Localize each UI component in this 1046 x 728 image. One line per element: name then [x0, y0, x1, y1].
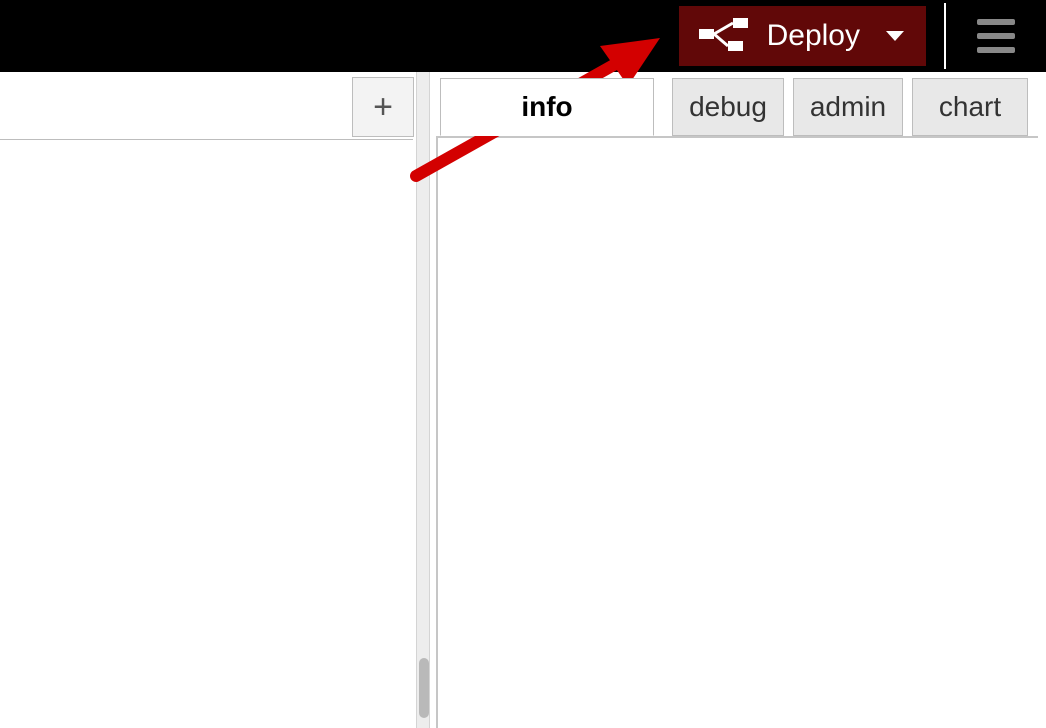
sidebar-panel — [436, 136, 1038, 728]
tab-chart-label: chart — [939, 91, 1001, 123]
scrollbar-thumb[interactable] — [419, 658, 429, 718]
tab-info[interactable]: info — [440, 78, 654, 136]
tab-debug-label: debug — [689, 91, 767, 123]
tab-admin[interactable]: admin — [793, 78, 903, 136]
header-bar: Deploy — [0, 0, 1046, 72]
deploy-label: Deploy — [767, 19, 860, 53]
deploy-icon — [699, 18, 749, 54]
add-tab-button[interactable]: + — [352, 77, 414, 137]
tab-chart[interactable]: chart — [912, 78, 1028, 136]
tab-admin-label: admin — [810, 91, 886, 123]
editor-scrollbar[interactable] — [416, 72, 430, 728]
tab-info-label: info — [521, 91, 572, 123]
menu-button[interactable] — [946, 0, 1046, 72]
hamburger-icon — [977, 19, 1015, 53]
deploy-button[interactable]: Deploy — [679, 6, 926, 66]
plus-icon: + — [373, 88, 393, 127]
chevron-down-icon[interactable] — [886, 31, 904, 41]
tab-debug[interactable]: debug — [672, 78, 784, 136]
